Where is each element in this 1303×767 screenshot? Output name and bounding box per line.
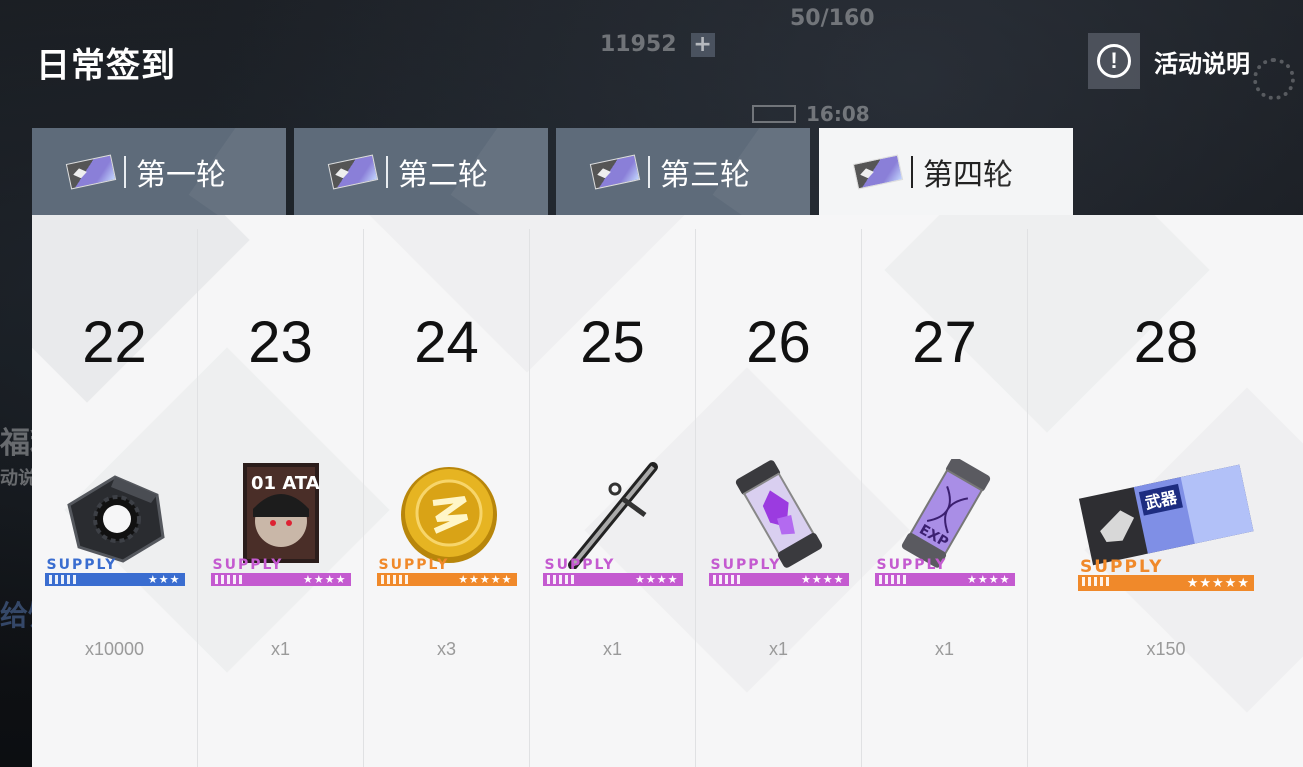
reward-item[interactable]: SUPPLY ★★★ — [44, 459, 185, 589]
day-number: 26 — [746, 310, 811, 375]
tab-round-4[interactable]: 第四轮 — [819, 128, 1073, 215]
ticket-icon — [852, 154, 904, 189]
hex-nut-icon — [66, 475, 165, 563]
stars-text: ★★★★★ — [1186, 575, 1250, 590]
crystal-canister-icon — [735, 460, 822, 568]
supply-label: SUPPLY — [378, 557, 450, 573]
reward-item[interactable]: 武器 SUPPLY ★★★★★ — [1078, 459, 1254, 591]
tab-label: 第四轮 — [923, 158, 1013, 192]
rarity-badge: SUPPLY ★★★★ — [874, 557, 1015, 587]
stars-text: ★★★ — [147, 574, 181, 586]
status-time: 16:08 — [752, 102, 870, 126]
reward-item[interactable]: EXP SUPPLY ★★★★ — [874, 459, 1015, 589]
stars-text: ★★★★ — [967, 574, 1011, 586]
rarity-badge: SUPPLY ★★★★★ — [376, 557, 517, 587]
rarity-badge: SUPPLY ★★★★ — [542, 557, 683, 587]
supply-label: SUPPLY — [46, 557, 118, 573]
exclamation-icon: ! — [1097, 44, 1131, 78]
stars-text: ★★★★ — [801, 574, 845, 586]
rarity-stars: ★★★★ — [874, 573, 1015, 586]
supply-label: SUPPLY — [1080, 557, 1164, 577]
day-22-slot[interactable]: 22 SUPPLY ★★★ x10000 — [32, 229, 198, 767]
rarity-stars: ★★★★ — [708, 573, 849, 586]
supply-label: SUPPLY — [544, 557, 616, 573]
time-text: 16:08 — [806, 102, 870, 126]
stars-text: ★★★★★ — [458, 574, 513, 586]
battery-icon — [752, 105, 796, 123]
gold-coin-icon — [400, 467, 497, 563]
supply-label: SUPPLY — [212, 557, 284, 573]
day-number: 28 — [1133, 310, 1199, 375]
supply-label: SUPPLY — [710, 557, 782, 573]
rarity-stars: ★★★ — [44, 573, 185, 586]
reward-quantity: x1 — [934, 639, 954, 659]
supply-label: SUPPLY — [876, 557, 948, 573]
reward-quantity: x150 — [1146, 639, 1186, 659]
ticket-icon — [65, 154, 117, 189]
activity-info-button[interactable]: ! 活动说明 — [1088, 33, 1288, 89]
reward-quantity: x1 — [768, 639, 788, 659]
tab-round-2[interactable]: 第二轮 — [294, 128, 548, 215]
tab-label: 第二轮 — [398, 158, 488, 192]
day-28-slot[interactable]: 28 武器 SUPPLY ★★★★★ x150 — [1028, 229, 1303, 767]
resource-1-value: 11952 — [600, 32, 677, 57]
reward-item[interactable]: 01 ATA SUPPLY ★★★★ — [210, 459, 351, 589]
reward-item[interactable]: SUPPLY ★★★★ — [542, 459, 683, 589]
checkin-panel: 22 SUPPLY ★★★ x10000 23 01 ATA SUPPLY ★★… — [32, 215, 1303, 767]
resource-counter-2: 50/160 — [790, 6, 875, 31]
day-27-slot[interactable]: 27 EXP SUPPLY ★★★★ x1 — [862, 229, 1028, 767]
bg-left-text-2: 动说 — [0, 468, 36, 489]
rarity-badge: SUPPLY ★★★ — [44, 557, 185, 587]
info-icon: ! — [1088, 33, 1140, 89]
add-resource-1-icon: + — [690, 32, 715, 57]
day-number: 24 — [414, 310, 479, 375]
tab-label: 第一轮 — [136, 158, 226, 192]
stars-text: ★★★★ — [303, 574, 347, 586]
resource-2-value: 50/160 — [790, 6, 875, 31]
tab-round-3[interactable]: 第三轮 — [556, 128, 810, 215]
rarity-stars: ★★★★★ — [1078, 575, 1254, 591]
rarity-badge: SUPPLY ★★★★ — [708, 557, 849, 587]
weapon-ticket-icon: 武器 — [1078, 464, 1254, 566]
rarity-badge: SUPPLY ★★★★ — [210, 557, 351, 587]
tab-divider — [648, 155, 650, 188]
tab-round-1[interactable]: 第一轮 — [32, 128, 286, 215]
reward-quantity: x1 — [270, 639, 290, 659]
reward-quantity: x3 — [436, 639, 456, 659]
rarity-stars: ★★★★★ — [376, 573, 517, 586]
day-number: 27 — [912, 310, 977, 375]
rarity-stars: ★★★★ — [210, 573, 351, 586]
resource-counter-1: 11952 + — [600, 32, 715, 57]
day-number: 22 — [82, 310, 147, 375]
ticket-icon — [327, 154, 379, 189]
exp-canister-icon: EXP — [901, 459, 990, 568]
character-card-icon: 01 ATA — [242, 463, 320, 563]
page-title: 日常签到 — [36, 47, 176, 85]
reward-item[interactable]: SUPPLY ★★★★ — [708, 459, 849, 589]
card-text: 01 ATA — [251, 473, 320, 494]
rarity-badge: SUPPLY ★★★★★ — [1078, 557, 1254, 591]
day-number: 25 — [580, 310, 645, 375]
day-26-slot[interactable]: 26 SUPPLY ★★★★ x1 — [696, 229, 862, 767]
reward-quantity: x10000 — [84, 639, 145, 659]
reward-quantity: x1 — [602, 639, 622, 659]
activity-info-label: 活动说明 — [1154, 50, 1250, 78]
tab-divider — [124, 155, 126, 188]
weapon-rod-icon — [567, 462, 658, 569]
ticket-icon — [589, 154, 641, 189]
day-23-slot[interactable]: 23 01 ATA SUPPLY ★★★★ x1 — [198, 229, 364, 767]
tab-divider — [386, 155, 388, 188]
rarity-stars: ★★★★ — [542, 573, 683, 586]
stars-text: ★★★★ — [635, 574, 679, 586]
reward-item[interactable]: SUPPLY ★★★★★ — [376, 459, 517, 589]
day-number: 23 — [248, 310, 313, 375]
day-24-slot[interactable]: 24 SUPPLY ★★★★★ x3 — [364, 229, 530, 767]
tab-label: 第三轮 — [660, 158, 750, 192]
day-25-slot[interactable]: 25 SUPPLY ★★★★ x1 — [530, 229, 696, 767]
tab-divider — [911, 155, 913, 188]
